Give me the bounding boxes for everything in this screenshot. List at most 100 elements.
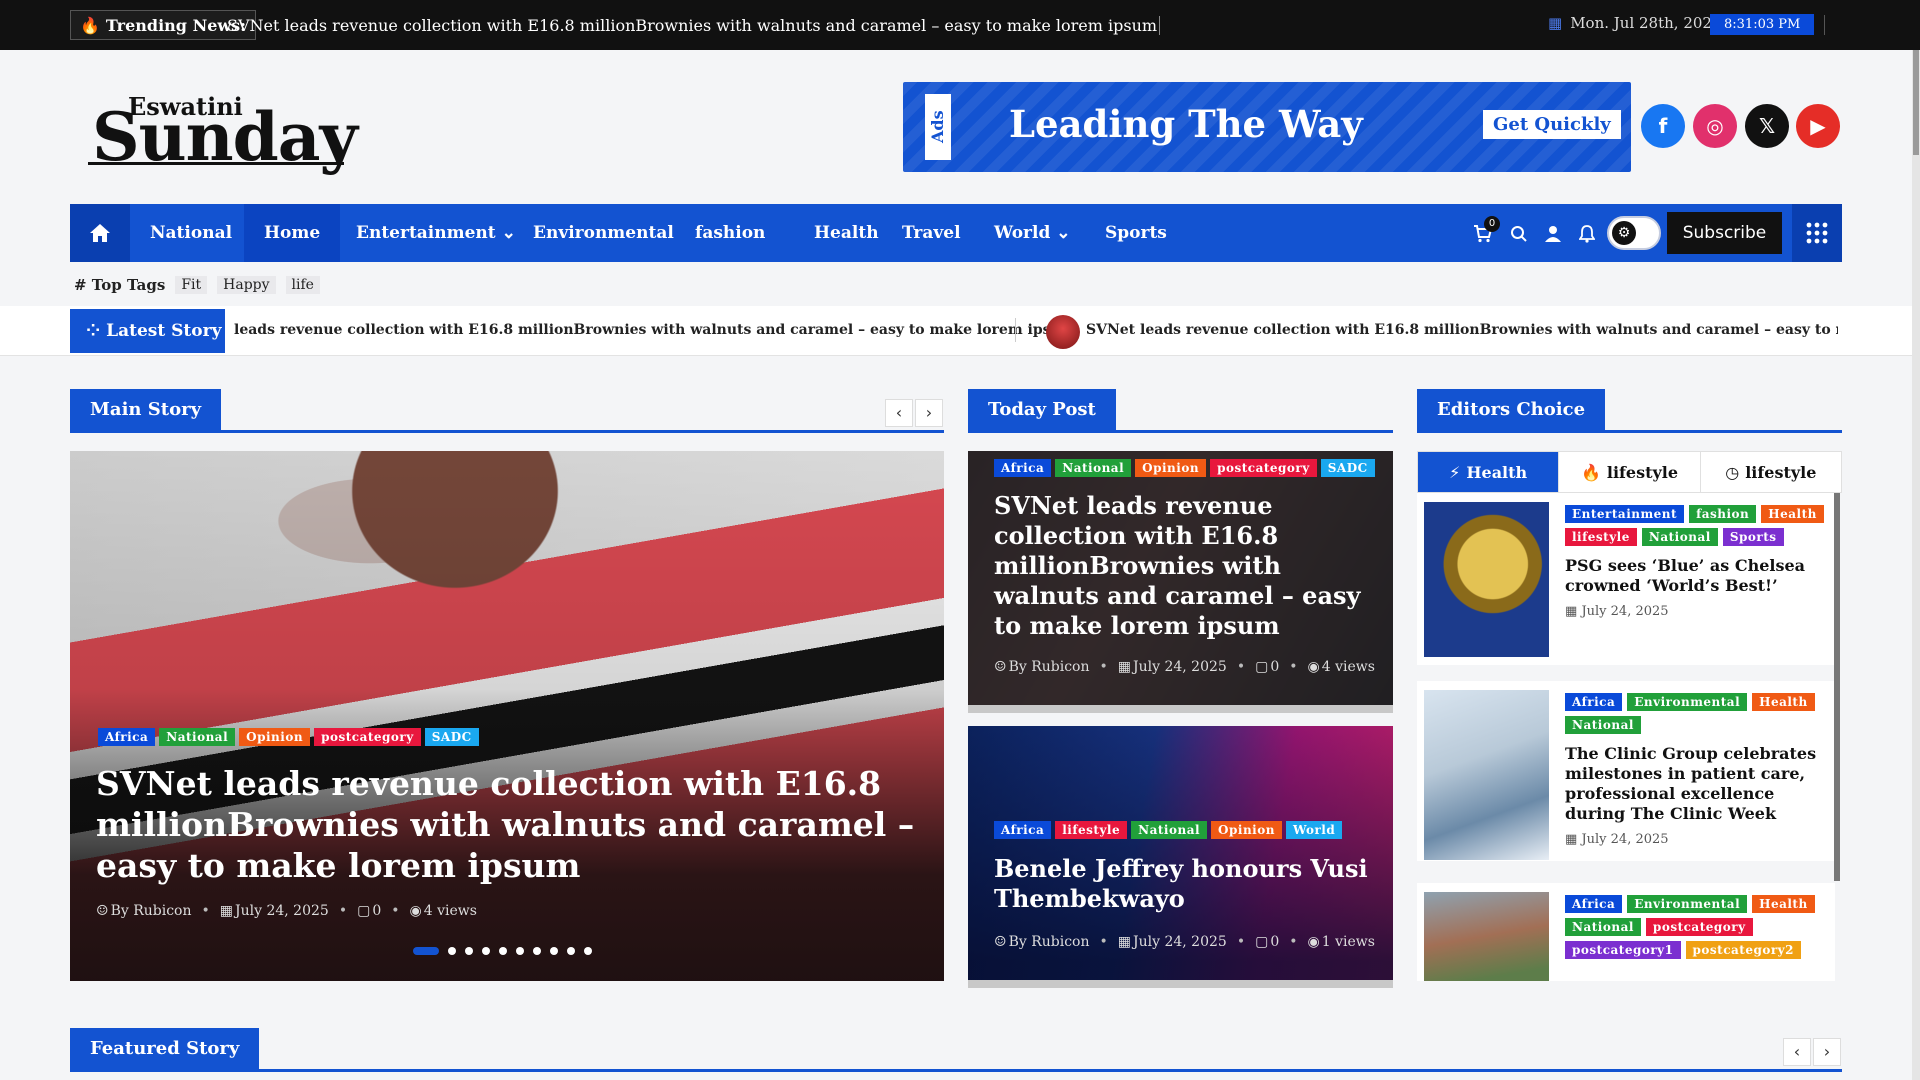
- tag-fit[interactable]: Fit: [175, 276, 208, 294]
- slider-dot[interactable]: [482, 947, 490, 955]
- x-icon[interactable]: 𝕏: [1745, 104, 1789, 148]
- dark-mode-toggle[interactable]: ⚙: [1607, 216, 1661, 250]
- slider-dot[interactable]: [516, 947, 524, 955]
- main-story-slide[interactable]: Africa National Opinion postcategory SADC SV…: [70, 451, 944, 981]
- post-title[interactable]: PSG sees ‘Blue’ as Chelsea crowned ‘Worl…: [1565, 556, 1825, 596]
- slider-dot[interactable]: [550, 947, 558, 955]
- ad-banner[interactable]: Ads Leading The Way Get Quickly: [903, 82, 1631, 172]
- category-badge[interactable]: National: [1131, 821, 1208, 839]
- page-scrollbar-thumb[interactable]: [1913, 50, 1919, 155]
- chevron-left-icon[interactable]: ‹: [1783, 1038, 1811, 1066]
- post-date: ▦ July 24, 2025: [1565, 604, 1825, 619]
- post-author[interactable]: By Rubicon: [1009, 934, 1090, 950]
- chevron-right-icon[interactable]: ›: [915, 399, 943, 427]
- category-badge[interactable]: Entertainment: [1565, 505, 1685, 523]
- slider-dot[interactable]: [465, 947, 473, 955]
- post-thumbnail[interactable]: [1424, 892, 1549, 981]
- slider-dot[interactable]: [584, 947, 592, 955]
- nav-item-sports[interactable]: Sports: [1085, 204, 1187, 262]
- tag-happy[interactable]: Happy: [217, 276, 276, 294]
- category-badge[interactable]: postcategory: [1645, 918, 1753, 936]
- post-thumbnail[interactable]: [1424, 502, 1549, 657]
- site-logo[interactable]: Eswatini Sunday: [88, 92, 358, 176]
- category-badge[interactable]: Africa: [994, 821, 1052, 839]
- category-badge[interactable]: Sports: [1722, 528, 1784, 546]
- subscribe-button[interactable]: Subscribe: [1667, 212, 1782, 254]
- category-badge[interactable]: Opinion: [1211, 821, 1282, 839]
- post-title[interactable]: SVNet leads revenue collection with E16.…: [994, 491, 1374, 641]
- main-story-title[interactable]: SVNet leads revenue collection with E16.…: [96, 763, 916, 886]
- post-thumbnail[interactable]: [1424, 690, 1549, 860]
- grid-menu-icon[interactable]: [1792, 204, 1842, 262]
- latest-story-item[interactable]: leads revenue collection with E16.8 mill…: [234, 322, 1075, 338]
- category-badge[interactable]: Africa: [1565, 895, 1623, 913]
- latest-story-thumbnail[interactable]: [1046, 315, 1080, 349]
- tab-lifestyle-trending[interactable]: 🔥 lifestyle: [1558, 452, 1699, 492]
- bell-icon[interactable]: [1576, 223, 1598, 245]
- nav-item-national[interactable]: National: [130, 204, 252, 262]
- home-icon[interactable]: [70, 204, 130, 262]
- category-badge[interactable]: National: [1641, 528, 1718, 546]
- chevron-left-icon[interactable]: ‹: [885, 399, 913, 427]
- slider-dot[interactable]: [533, 947, 541, 955]
- nav-item-travel[interactable]: Travel: [882, 204, 981, 262]
- category-badge[interactable]: Environmental: [1627, 693, 1748, 711]
- category-badge[interactable]: postcategory1: [1565, 941, 1681, 959]
- today-post-card[interactable]: Africa National Opinion postcategory SADC SV…: [968, 451, 1393, 713]
- post-author[interactable]: By Rubicon: [1009, 659, 1090, 675]
- category-badge[interactable]: Health: [1761, 505, 1824, 523]
- category-badge[interactable]: National: [159, 728, 236, 746]
- slider-dot[interactable]: [413, 947, 439, 955]
- nav-item-fashion[interactable]: fashion: [675, 204, 785, 262]
- list-item[interactable]: Entertainment fashion Health lifestyle Natio…: [1417, 493, 1835, 665]
- post-title[interactable]: Benele Jeffrey honours Vusi Thembekwayo: [994, 854, 1374, 914]
- user-icon[interactable]: [1542, 223, 1564, 245]
- nav-item-home[interactable]: Home: [244, 204, 341, 262]
- category-badge[interactable]: National: [1565, 918, 1641, 936]
- category-badge[interactable]: postcategory: [1210, 459, 1317, 477]
- nav-item-world[interactable]: World ⌄: [974, 204, 1091, 262]
- category-badge[interactable]: Health: [1752, 693, 1815, 711]
- chevron-right-icon[interactable]: ›: [1813, 1038, 1841, 1066]
- category-badge[interactable]: Environmental: [1627, 895, 1748, 913]
- list-item[interactable]: Africa Environmental Health National The Cl…: [1417, 681, 1835, 861]
- category-badge[interactable]: fashion: [1689, 505, 1757, 523]
- category-badge[interactable]: postcategory: [314, 728, 421, 746]
- category-badge[interactable]: Africa: [98, 728, 156, 746]
- tab-health[interactable]: ⚡ Health: [1418, 452, 1559, 492]
- slider-dot[interactable]: [499, 947, 507, 955]
- category-badge[interactable]: National: [1055, 459, 1132, 477]
- today-post-card[interactable]: Africa lifestyle National Opinion World Bene…: [968, 726, 1393, 988]
- category-badge[interactable]: lifestyle: [1055, 821, 1128, 839]
- category-badge[interactable]: Opinion: [239, 728, 311, 746]
- ad-cta-button[interactable]: Get Quickly: [1483, 110, 1621, 139]
- category-badge[interactable]: Africa: [1565, 693, 1623, 711]
- trending-headline[interactable]: SVNet leads revenue collection with E16.…: [227, 16, 1161, 35]
- instagram-icon[interactable]: ◎: [1693, 104, 1737, 148]
- scrollbar[interactable]: [1834, 493, 1840, 881]
- latest-story-item[interactable]: SVNet leads revenue collection with E16.…: [1086, 322, 1838, 338]
- category-badge[interactable]: postcategory2: [1685, 941, 1801, 959]
- tab-lifestyle-recent[interactable]: ◷ lifestyle: [1699, 452, 1841, 492]
- nav-item-environmental[interactable]: Environmental: [513, 204, 694, 262]
- category-badge[interactable]: lifestyle: [1565, 528, 1637, 546]
- facebook-icon[interactable]: f: [1641, 104, 1685, 148]
- category-badge[interactable]: Africa: [994, 459, 1052, 477]
- slider-dot[interactable]: [567, 947, 575, 955]
- slider-dot[interactable]: [448, 947, 456, 955]
- youtube-icon[interactable]: ▶: [1796, 104, 1840, 148]
- category-badge[interactable]: SADC: [424, 728, 479, 746]
- view-count: 4 views: [1321, 659, 1375, 675]
- category-badge[interactable]: Health: [1752, 895, 1815, 913]
- search-icon[interactable]: [1508, 223, 1530, 245]
- category-badge[interactable]: Opinion: [1135, 459, 1207, 477]
- post-title[interactable]: The Clinic Group celebrates milestones i…: [1565, 744, 1825, 824]
- category-badge[interactable]: SADC: [1320, 459, 1375, 477]
- tag-life[interactable]: life: [285, 276, 320, 294]
- post-author[interactable]: By Rubicon: [111, 903, 192, 919]
- list-item[interactable]: Africa Environmental Health National postcat…: [1417, 883, 1835, 981]
- category-badge[interactable]: World: [1285, 821, 1343, 839]
- category-badge[interactable]: National: [1565, 716, 1641, 734]
- nav-item-entertainment[interactable]: Entertainment ⌄: [336, 204, 536, 262]
- featured-story-header: Featured Story ‹ ›: [70, 1028, 1842, 1072]
